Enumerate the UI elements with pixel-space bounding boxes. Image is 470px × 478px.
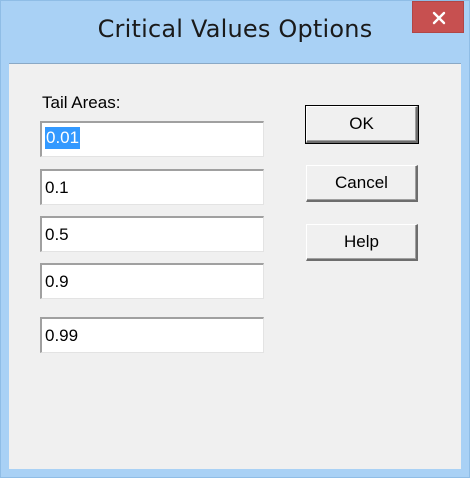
dialog-client-area: Tail Areas: OK Cancel Help 0.01 <box>9 63 461 469</box>
title-bar[interactable]: Critical Values Options <box>1 1 469 63</box>
tail-area-field-5[interactable] <box>40 317 264 353</box>
tail-area-field-2[interactable] <box>40 169 264 205</box>
close-icon <box>432 11 446 25</box>
help-button[interactable]: Help <box>306 224 418 261</box>
tail-area-field-3[interactable] <box>40 216 264 252</box>
window-title: Critical Values Options <box>97 15 373 43</box>
cancel-button[interactable]: Cancel <box>306 165 418 202</box>
tail-area-field-1[interactable] <box>40 121 264 157</box>
ok-button[interactable]: OK <box>305 105 419 144</box>
tail-area-field-4[interactable] <box>40 263 264 299</box>
close-button[interactable] <box>412 1 464 33</box>
dialog-window: Critical Values Options Tail Areas: OK C… <box>0 0 470 478</box>
tail-areas-label: Tail Areas: <box>42 93 121 112</box>
